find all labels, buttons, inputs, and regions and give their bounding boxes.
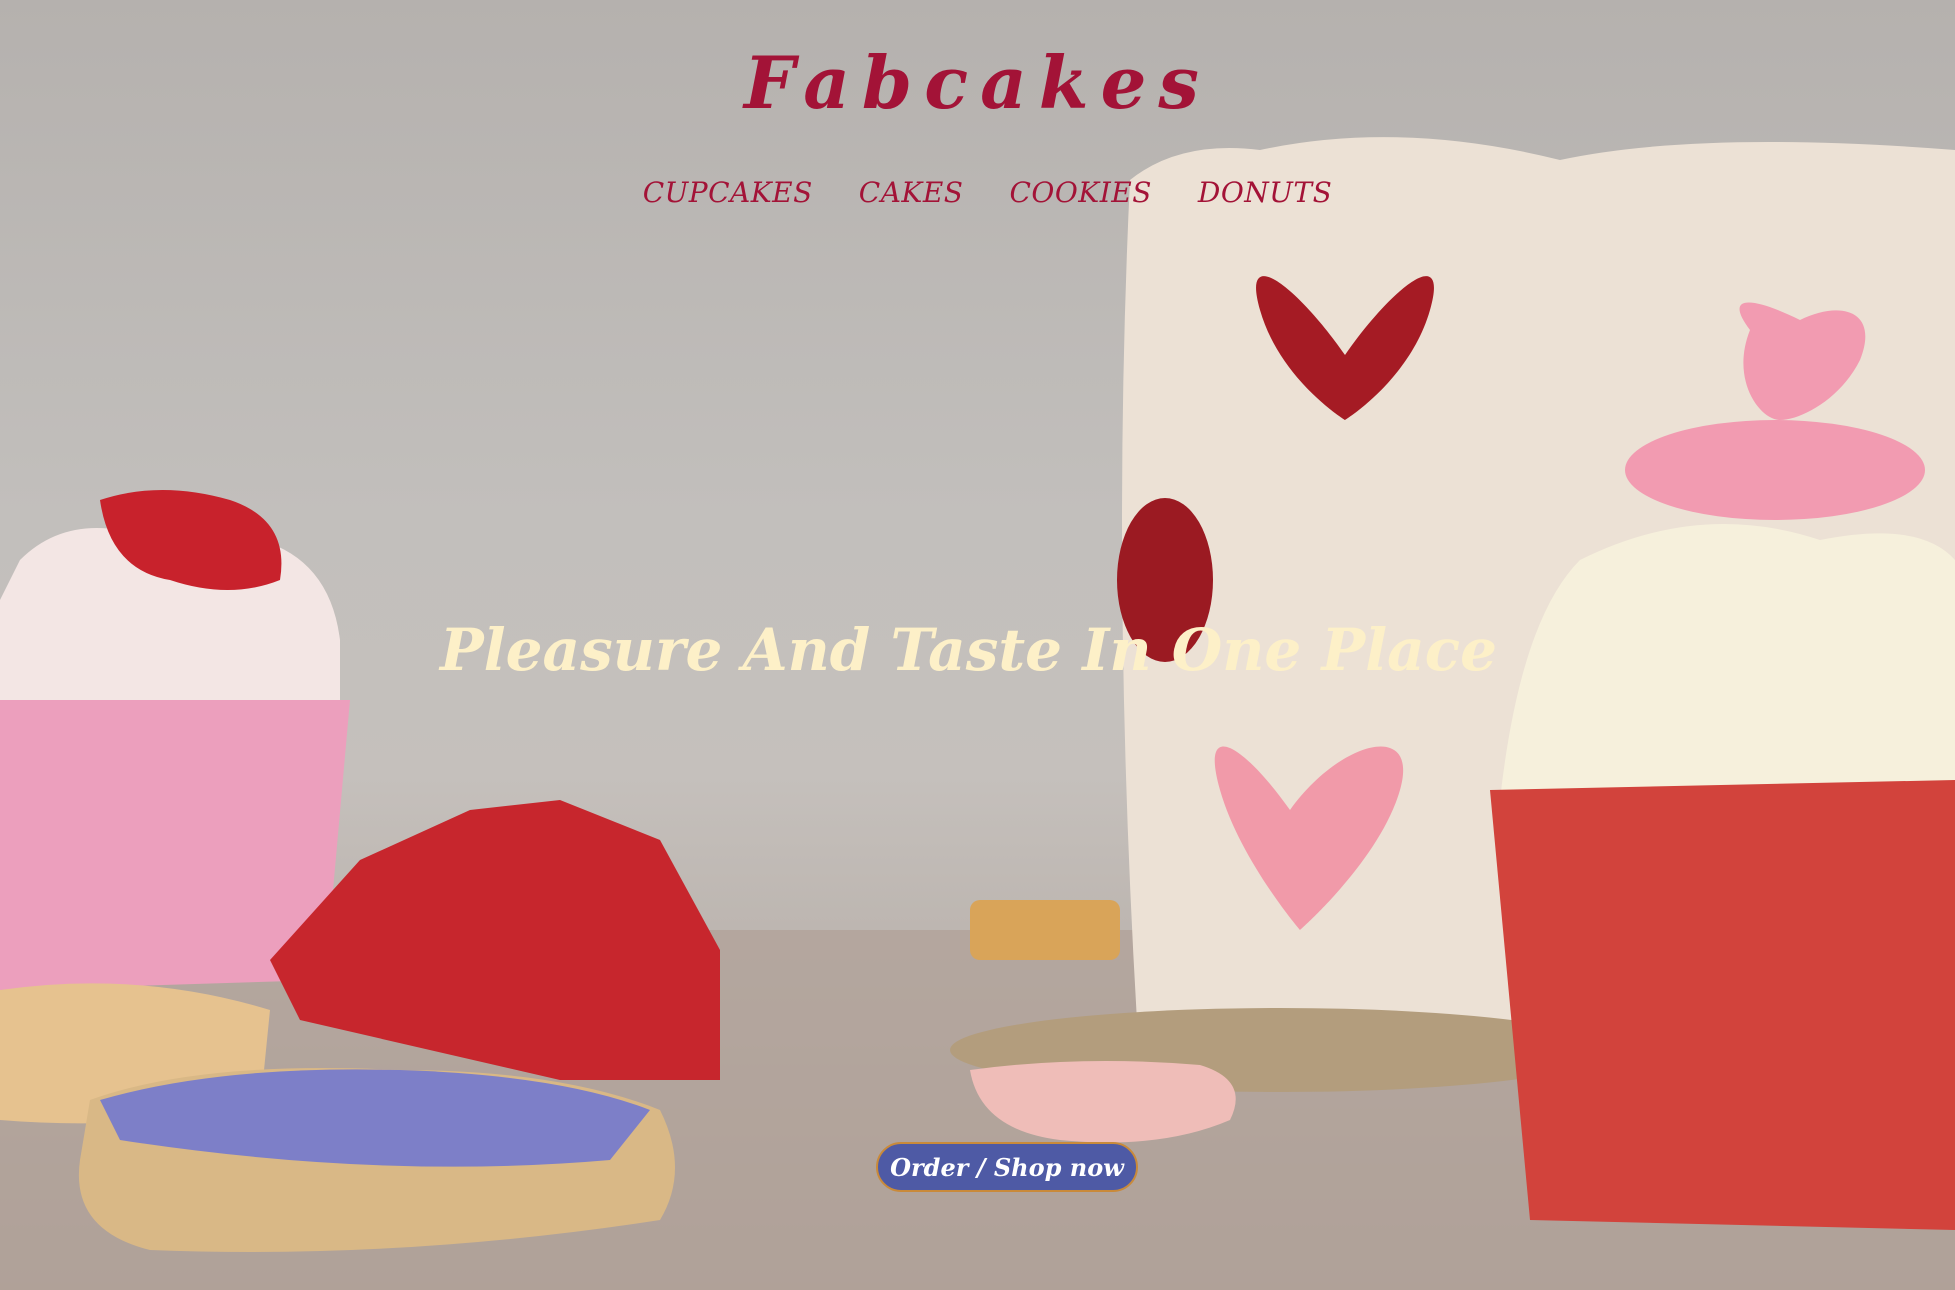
main-nav: CUPCAKES CAKES COOKIES DONUTS <box>0 176 1955 209</box>
nav-donuts-link[interactable]: DONUTS <box>1198 176 1332 209</box>
nav-cookies-link[interactable]: COOKIES <box>1009 176 1151 209</box>
order-shop-now-button[interactable]: Order / Shop now <box>876 1142 1138 1192</box>
brand-logo[interactable]: Fabcakes <box>0 40 1955 125</box>
hero-tagline: Pleasure And Taste In One Place <box>440 616 1497 684</box>
nav-cakes-link[interactable]: CAKES <box>859 176 964 209</box>
nav-cupcakes-link[interactable]: CUPCAKES <box>643 176 813 209</box>
